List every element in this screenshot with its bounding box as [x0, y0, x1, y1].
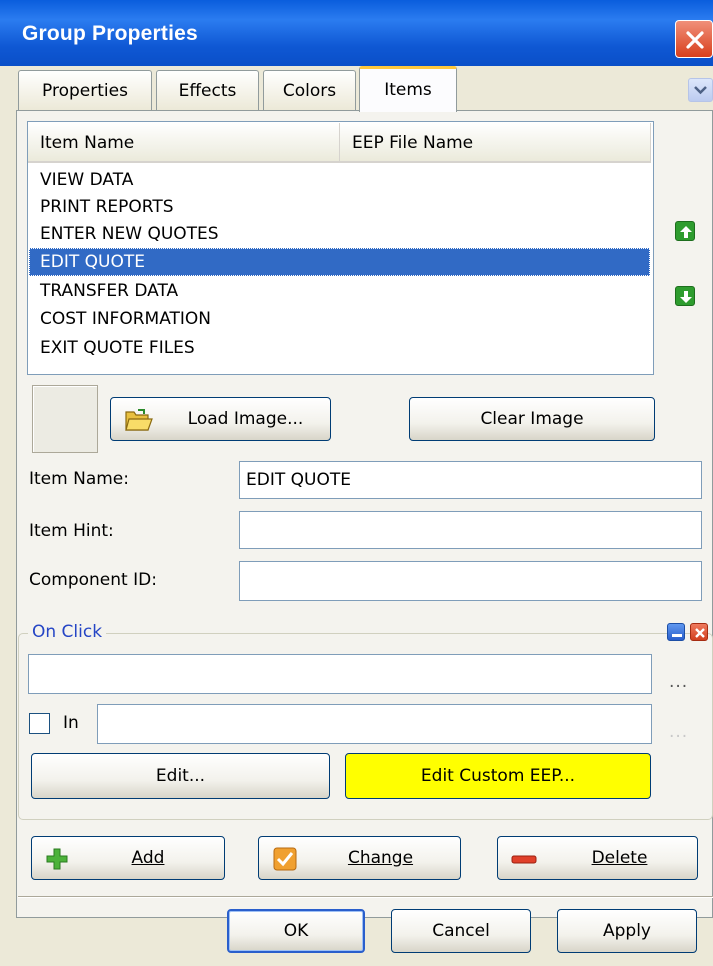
edit-custom-eep-label: Edit Custom EEP... — [420, 766, 576, 786]
chevron-down-icon — [694, 86, 707, 95]
minus-icon — [511, 855, 537, 864]
arrow-down-icon — [680, 291, 692, 303]
collapse-button[interactable] — [667, 623, 685, 641]
window-title: Group Properties — [22, 22, 198, 45]
edit-custom-eep-button[interactable]: Edit Custom EEP... — [345, 753, 651, 799]
list-item[interactable]: PRINT REPORTS — [29, 193, 650, 221]
close-button[interactable] — [675, 20, 713, 58]
cancel-button[interactable]: Cancel — [391, 909, 531, 953]
clear-image-label: Clear Image — [480, 409, 584, 429]
minus-box-icon — [672, 634, 682, 637]
list-item[interactable]: EXIT QUOTE FILES — [29, 334, 650, 362]
cancel-label: Cancel — [432, 921, 490, 941]
change-label: Change — [347, 848, 414, 868]
item-hint-input[interactable] — [239, 511, 702, 549]
in-checkbox[interactable] — [29, 713, 50, 734]
tab-items[interactable]: Items — [359, 66, 457, 112]
change-button[interactable]: Change — [258, 836, 461, 880]
list-item-selected[interactable]: EDIT QUOTE — [29, 248, 650, 276]
component-id-input[interactable] — [239, 561, 702, 601]
tab-properties[interactable]: Properties — [18, 70, 152, 110]
move-up-button[interactable] — [675, 221, 695, 241]
delete-button[interactable]: Delete — [497, 836, 698, 880]
apply-button[interactable]: Apply — [557, 909, 697, 953]
in-label: In — [63, 713, 79, 733]
add-label: Add — [131, 848, 165, 868]
on-click-action-input[interactable] — [28, 654, 652, 694]
list-item[interactable]: VIEW DATA — [29, 166, 650, 194]
ok-label: OK — [283, 921, 309, 941]
close-icon — [686, 31, 704, 49]
component-id-label: Component ID: — [29, 570, 157, 590]
list-item[interactable]: COST INFORMATION — [29, 305, 650, 333]
clear-action-button[interactable] — [690, 623, 708, 641]
item-name-label: Item Name: — [29, 469, 129, 489]
load-image-label: Load Image... — [187, 409, 304, 429]
edit-label: Edit... — [155, 766, 206, 786]
tab-colors[interactable]: Colors — [263, 70, 356, 110]
tab-effects[interactable]: Effects — [156, 70, 259, 110]
browse-action-button[interactable]: ... — [669, 672, 688, 692]
edit-button[interactable]: Edit... — [31, 753, 330, 799]
plus-icon — [46, 848, 68, 870]
close-box-icon — [695, 628, 705, 638]
column-header-item-name[interactable]: Item Name — [28, 123, 340, 163]
list-item[interactable]: ENTER NEW QUOTES — [29, 220, 650, 248]
arrow-up-icon — [680, 226, 692, 238]
load-image-button[interactable]: Load Image... — [110, 397, 331, 441]
browse-in-button: ... — [669, 722, 689, 742]
item-hint-label: Item Hint: — [29, 521, 114, 541]
on-click-title: On Click — [28, 622, 107, 642]
delete-label: Delete — [591, 848, 648, 868]
clear-image-button[interactable]: Clear Image — [409, 397, 655, 441]
column-header-eep-file-name[interactable]: EEP File Name — [340, 123, 651, 163]
in-input[interactable] — [97, 704, 652, 744]
image-preview — [32, 385, 98, 453]
apply-label: Apply — [603, 921, 651, 941]
checkmark-icon — [273, 847, 297, 871]
separator — [18, 896, 713, 898]
item-name-input[interactable]: EDIT QUOTE — [239, 461, 702, 499]
list-item[interactable]: TRANSFER DATA — [29, 277, 650, 305]
folder-open-icon — [125, 409, 153, 431]
move-down-button[interactable] — [675, 286, 695, 306]
ok-button[interactable]: OK — [227, 909, 365, 953]
tab-scroll-button[interactable] — [688, 78, 713, 102]
add-button[interactable]: Add — [31, 836, 225, 880]
